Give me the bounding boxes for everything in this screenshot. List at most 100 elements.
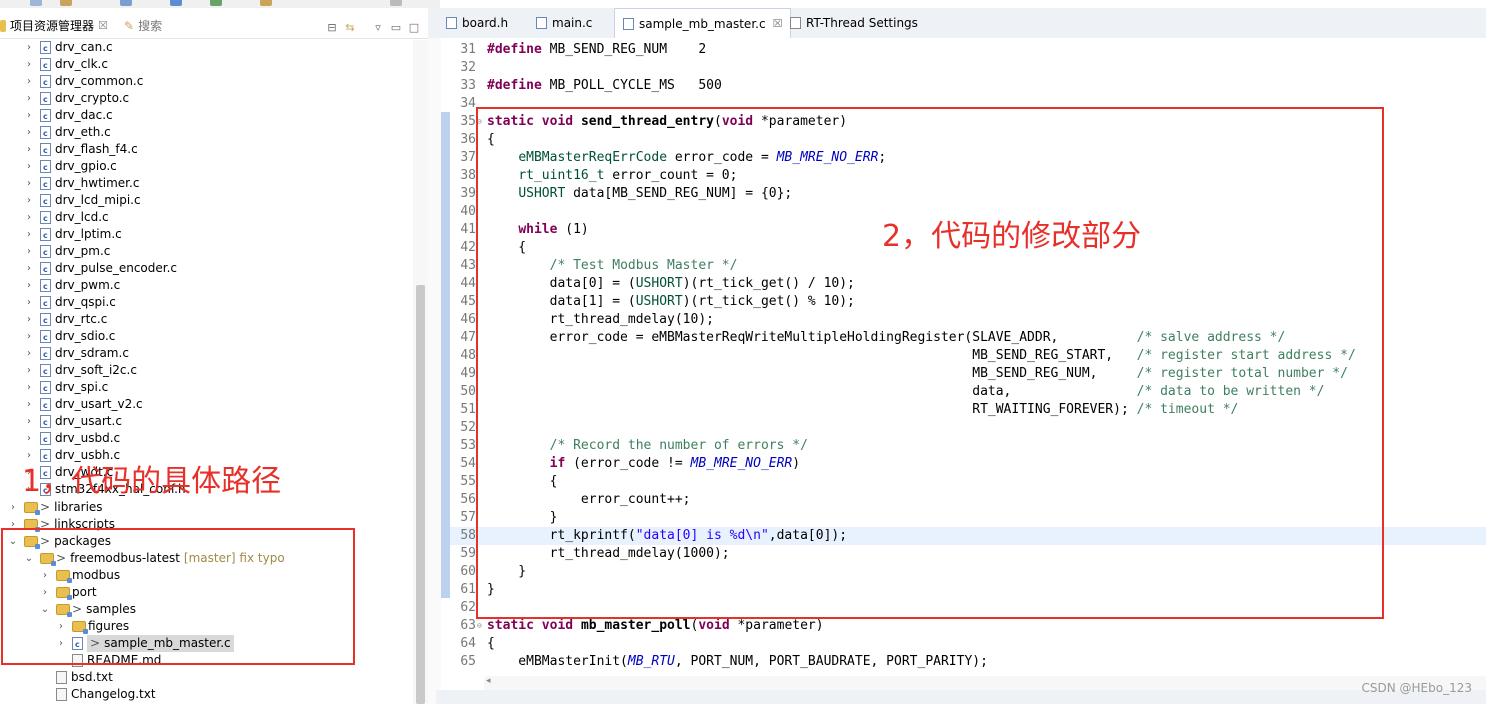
tree-item-changelog[interactable]: Changelog.txt [56,686,156,703]
editor-horizontal-scrollbar[interactable] [484,676,1486,690]
maximize-icon[interactable]: □ [408,22,420,34]
c-file-icon [40,363,51,380]
tree-item-file[interactable]: › drv_dac.c [24,107,113,125]
tree-item-file[interactable]: › drv_usart.c [24,413,122,431]
tree-item-file[interactable]: › drv_sdram.c [24,345,129,363]
tree-item-file[interactable]: › drv_hwtimer.c [24,175,139,193]
chevron-right-icon[interactable]: › [24,73,34,90]
chevron-right-icon[interactable]: › [24,124,34,141]
tree-item-file[interactable]: › drv_can.c [24,40,113,57]
chevron-right-icon[interactable]: › [24,209,34,226]
view-menu-icon[interactable]: ▿ [372,22,384,34]
c-file-icon [40,91,51,108]
chevron-right-icon[interactable]: › [24,141,34,158]
minimize-icon[interactable]: ▭ [390,22,402,34]
tree-item-libraries[interactable]: › > libraries [8,499,103,516]
chevron-right-icon[interactable]: › [24,430,34,447]
tree-item-file[interactable]: › drv_soft_i2c.c [24,362,137,380]
line-number: 42 [460,240,476,255]
chevron-right-icon[interactable]: › [24,226,34,243]
line-number: 58 [460,528,476,543]
chevron-right-icon[interactable]: › [24,260,34,277]
tree-item-file[interactable]: › drv_sdio.c [24,328,115,346]
explorer-scrollbar-thumb[interactable] [416,285,425,704]
toolbar-button-icon[interactable] [210,0,222,6]
chevron-right-icon[interactable]: › [24,396,34,413]
tab-main-c[interactable]: main.c [528,8,600,38]
tree-item-file[interactable]: › drv_usbh.c [24,447,120,465]
tree-item-file[interactable]: › drv_usbd.c [24,430,121,448]
tree-item-file[interactable]: › drv_clk.c [24,56,108,74]
annotation-code: 2，代码的修改部分 [882,219,1142,254]
chevron-right-icon[interactable]: › [8,499,18,516]
tree-item-file[interactable]: › drv_gpio.c [24,158,117,176]
line-number: 57 [460,510,476,525]
tree-item-file[interactable]: › drv_crypto.c [24,90,129,108]
chevron-right-icon[interactable]: › [24,56,34,73]
tree-item-bsd[interactable]: bsd.txt [56,669,113,686]
tab-search[interactable]: ✎ 搜索 [124,17,162,34]
change-indicator [441,112,450,598]
code-line[interactable]: 64 { [450,635,1486,653]
chevron-right-icon[interactable]: › [24,345,34,362]
line-number: 39 [460,186,476,201]
tree-item-file[interactable]: › drv_spi.c [24,379,108,397]
chevron-right-icon[interactable]: › [24,175,34,192]
tab-sample-mb-master[interactable]: sample_mb_master.c ☒ [614,8,792,39]
close-icon[interactable]: ☒ [98,19,108,32]
chevron-right-icon[interactable]: › [24,107,34,124]
chevron-right-icon[interactable]: › [24,294,34,311]
tree-item-file[interactable]: › drv_eth.c [24,124,111,142]
tab-board-h[interactable]: board.h [438,8,516,38]
code-line[interactable]: 31 #define MB_SEND_REG_NUM 2 [450,41,1486,59]
collapse-all-icon[interactable]: ⊟ [326,22,338,34]
tree-item-file[interactable]: › drv_lcd_mipi.c [24,192,141,210]
tree-item-file[interactable]: › drv_flash_f4.c [24,141,138,159]
tree-item-label: drv_usbd.c [55,431,121,445]
line-number: 31 [460,42,476,57]
link-editor-icon[interactable]: ⇆ [344,22,356,34]
fold-icon[interactable]: ⊖ [477,617,482,635]
tree-item-label: drv_qspi.c [55,295,116,309]
code-line[interactable]: 63 ⊖ static void mb_master_poll(void *para… [450,617,1486,635]
toolbar-button-icon[interactable] [170,0,182,6]
chevron-right-icon[interactable]: › [24,158,34,175]
chevron-right-icon[interactable]: › [24,243,34,260]
tree-item-file[interactable]: › drv_rtc.c [24,311,107,329]
scroll-left-icon[interactable]: ◂ [486,676,491,686]
chevron-right-icon[interactable]: › [24,362,34,379]
tree-item-file[interactable]: › drv_pulse_encoder.c [24,260,177,278]
chevron-right-icon[interactable]: › [24,413,34,430]
chevron-right-icon[interactable]: › [24,379,34,396]
tab-rt-thread-settings[interactable]: RT-Thread Settings [782,8,926,38]
chevron-right-icon[interactable]: › [24,277,34,294]
chevron-right-icon[interactable]: › [24,447,34,464]
chevron-right-icon[interactable]: › [24,40,34,56]
code-line[interactable]: 33 #define MB_POLL_CYCLE_MS 500 [450,77,1486,95]
tab-project-explorer[interactable]: 项目资源管理器 ☒ [0,17,108,34]
tree-item-file[interactable]: › drv_common.c [24,73,143,91]
toolbar-button-icon[interactable] [260,0,272,6]
watermark: CSDN @HEbo_123 [1361,681,1473,695]
close-icon[interactable]: ☒ [773,9,783,39]
code-line[interactable]: 32 [450,59,1486,77]
chevron-right-icon[interactable]: › [24,90,34,107]
tree-item-label: drv_lcd.c [55,210,109,224]
chevron-right-icon[interactable]: › [24,328,34,345]
toolbar-button-icon[interactable] [60,0,72,6]
line-number: 49 [460,366,476,381]
toolbar-button-icon[interactable] [390,0,402,6]
tree-item-file[interactable]: › drv_qspi.c [24,294,116,312]
tree-item-file[interactable]: › drv_lcd.c [24,209,109,227]
toolbar-button-icon[interactable] [120,0,132,6]
code-line[interactable]: 65 eMBMasterInit(MB_RTU, PORT_NUM, PORT_… [450,653,1486,671]
chevron-right-icon[interactable]: › [24,311,34,328]
tree-item-file[interactable]: › drv_usart_v2.c [24,396,143,414]
chevron-right-icon[interactable]: › [24,192,34,209]
toolbar-button-icon[interactable] [30,0,42,6]
c-file-icon [40,40,51,57]
tree-item-file[interactable]: › drv_lptim.c [24,226,122,244]
line-number: 54 [460,456,476,471]
tree-item-file[interactable]: › drv_pm.c [24,243,110,261]
tree-item-file[interactable]: › drv_pwm.c [24,277,120,295]
